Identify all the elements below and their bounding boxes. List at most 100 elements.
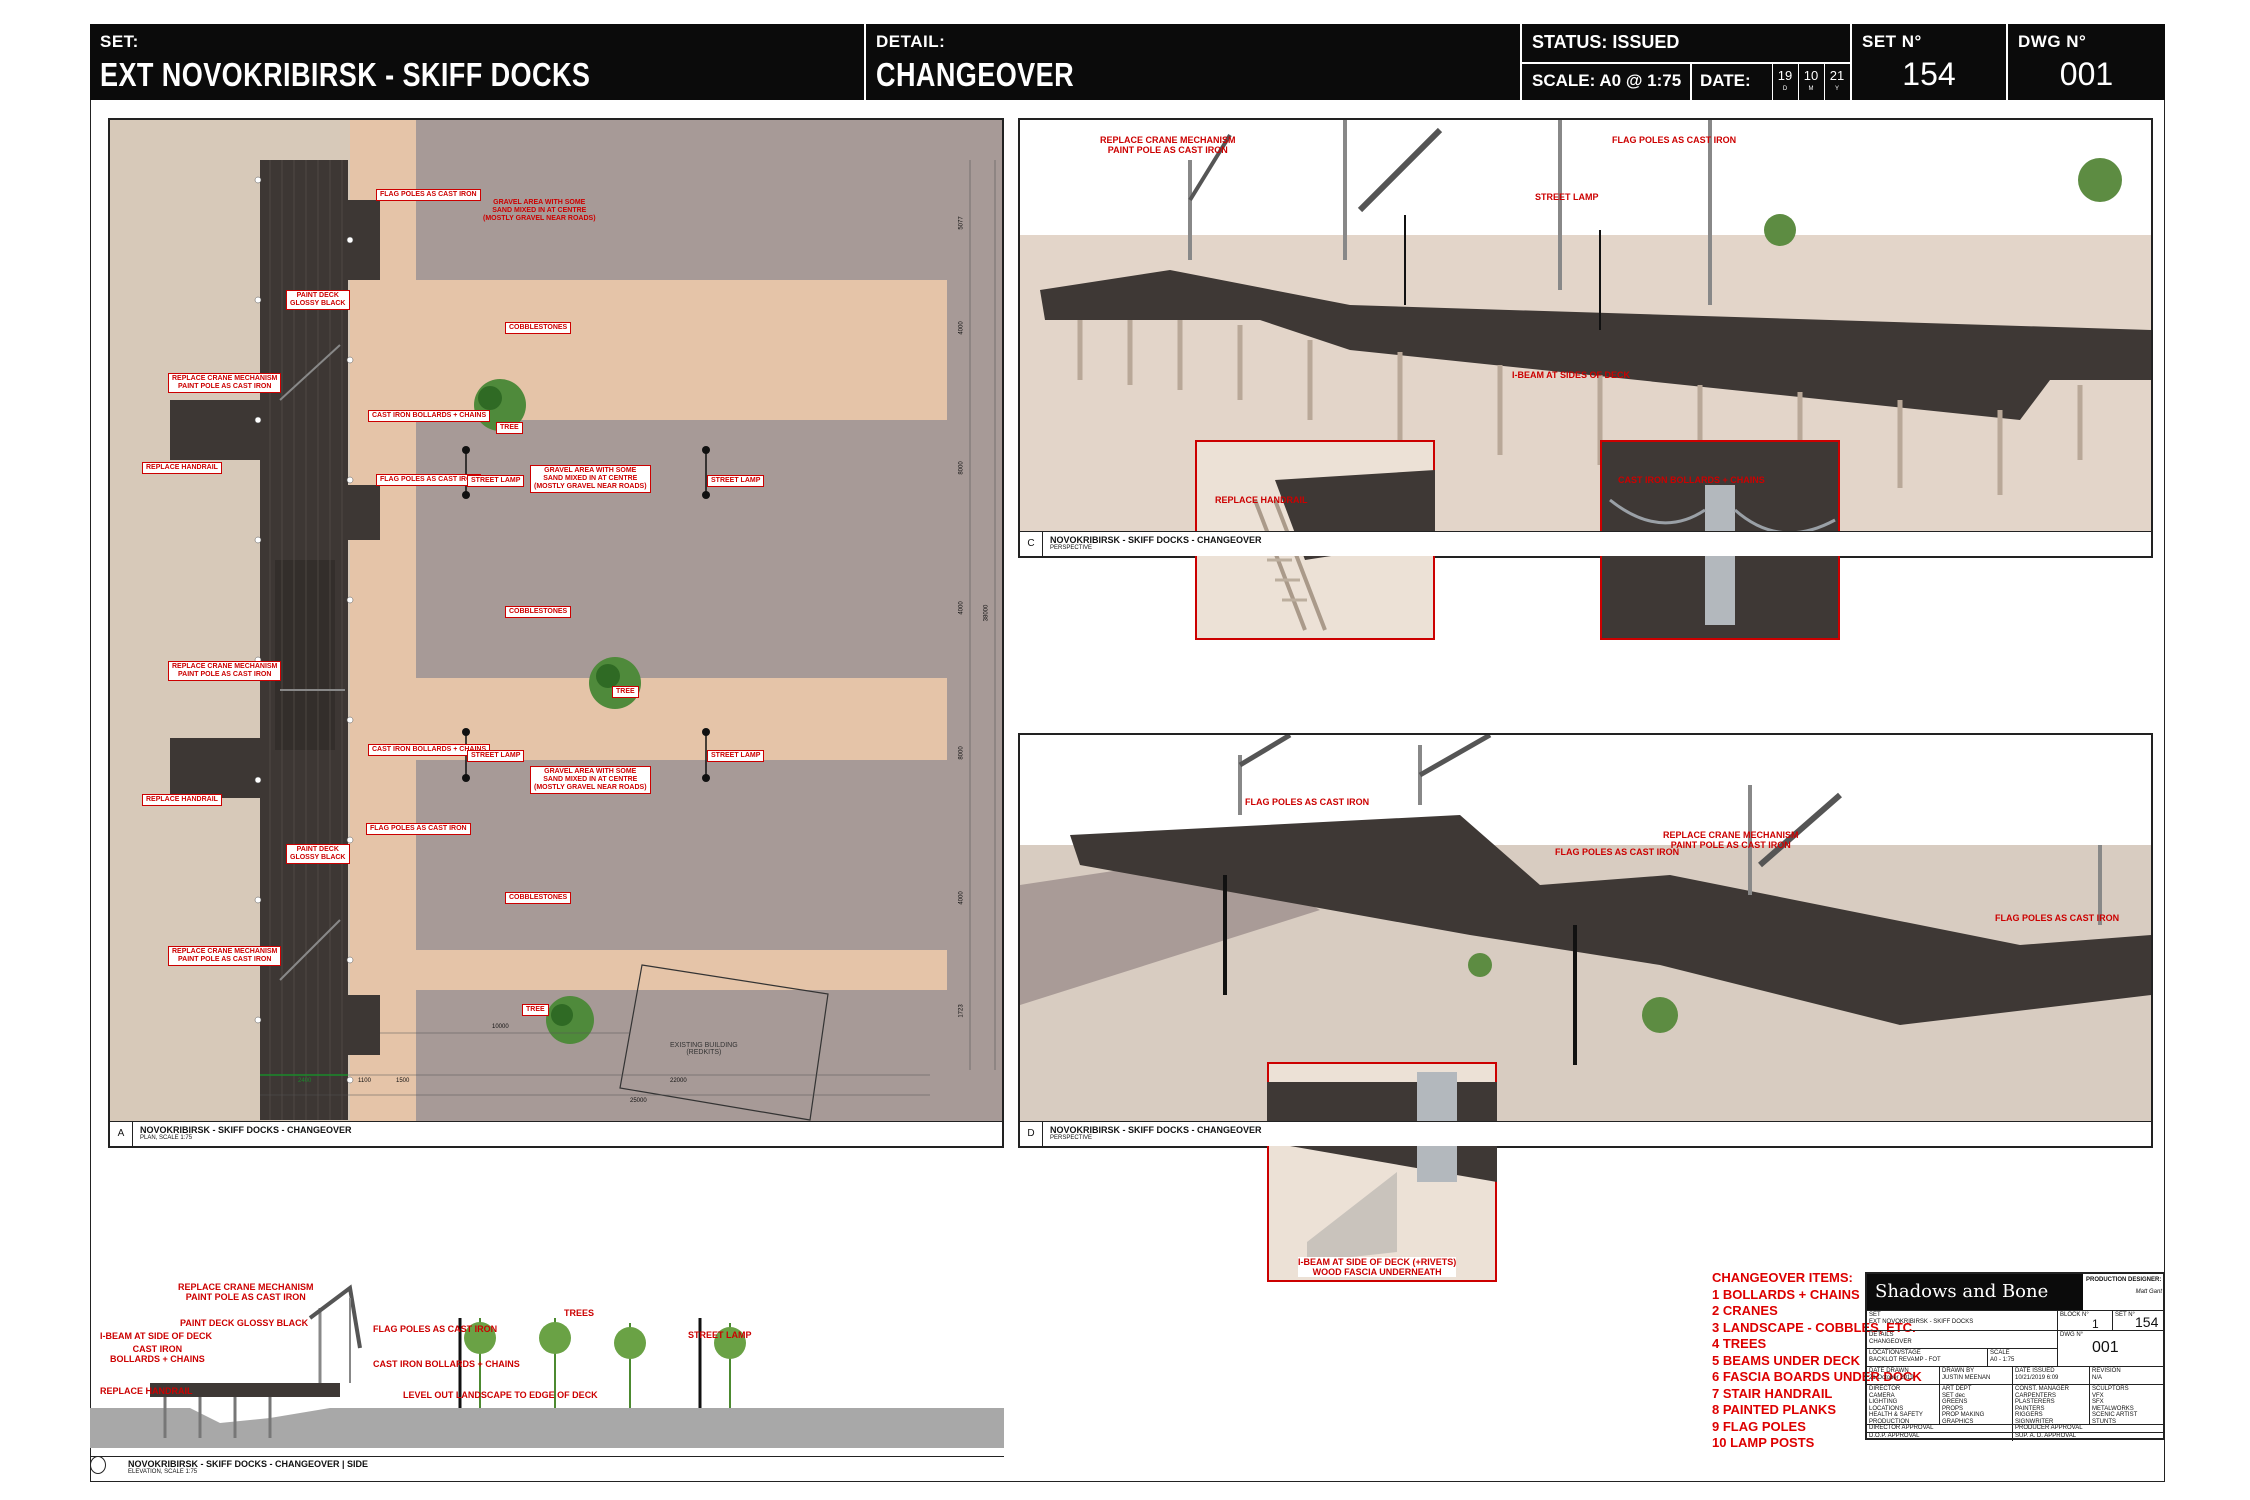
- dwg-number-cell: DWG N° 001: [2008, 24, 2165, 100]
- label-replace-crane: REPLACE CRANE MECHANISM PAINT POLE AS CA…: [178, 1282, 314, 1302]
- dop-approval: D.O.P. APPROVAL: [1869, 1433, 1920, 1439]
- director-approval: DIRECTOR APPROVAL: [1869, 1425, 1934, 1431]
- label-bollards-chains: CAST IRON BOLLARDS + CHAINS: [1618, 475, 1765, 485]
- date-drawn-value: 21 October 2019: [1869, 1375, 1914, 1381]
- dwg-number: 001: [2059, 56, 2114, 92]
- dim-text: 10000: [492, 1024, 509, 1030]
- note-tree: TREE: [522, 1004, 549, 1016]
- note-flag-poles: FLAG POLES AS CAST IRON: [376, 474, 481, 486]
- note-cobblestones: COBBLESTONES: [505, 322, 572, 334]
- drawn-by-value: JUSTIN MEENAN: [1942, 1375, 1991, 1381]
- scale-label: SCALE: [1990, 1350, 2010, 1356]
- detail-label: DETAIL:: [876, 32, 946, 51]
- date-year: 21: [1829, 68, 1845, 83]
- set-value: EXT NOVOKRIBIRSK - SKIFF DOCKS: [1869, 1319, 1974, 1325]
- note-replace-crane: REPLACE CRANE MECHANISM PAINT POLE AS CA…: [168, 946, 282, 966]
- date-drawn-label: DATE DRAWN: [1869, 1368, 1909, 1374]
- set-number: 154: [1902, 56, 1956, 92]
- label-ibeam: I-BEAM AT SIDES OF DECK: [1512, 370, 1631, 380]
- panel-subtitle: ELEVATION, SCALE 1:75: [128, 1469, 198, 1475]
- note-replace-crane: REPLACE CRANE MECHANISM PAINT POLE AS CA…: [168, 661, 282, 681]
- dim-text: 5077: [958, 216, 965, 230]
- panel-title-strip: A NOVOKRIBIRSK - SKIFF DOCKS - CHANGEOVE…: [110, 1121, 1002, 1146]
- date-issued-label: DATE ISSUED: [2015, 1368, 2055, 1374]
- date-month: 10: [1803, 68, 1819, 83]
- dim-text: 1723: [958, 1004, 965, 1018]
- plan-drawing: [110, 120, 1002, 1124]
- panel-subtitle: PERSPECTIVE: [1050, 1135, 1093, 1141]
- dim-text: 38000: [983, 604, 990, 622]
- block-value: 1: [2092, 1317, 2099, 1331]
- panel-perspective-c: REPLACE CRANE MECHANISM PAINT POLE AS CA…: [1018, 118, 2153, 640]
- date-month-sub: M: [1808, 86, 1814, 92]
- set-number-cell: SET N° 154: [1852, 24, 2008, 100]
- block-label: BLOCK N°: [2060, 1312, 2089, 1318]
- dim-text: 25000: [630, 1098, 647, 1104]
- dim-text: 22000: [670, 1078, 687, 1084]
- note-street-lamp: STREET LAMP: [707, 750, 765, 762]
- label-paint-deck: PAINT DECK GLOSSY BLACK: [180, 1318, 309, 1328]
- location-value: BACKLOT REVAMP - FOT: [1869, 1357, 1941, 1363]
- label-street-lamp: STREET LAMP: [1535, 192, 1599, 202]
- note-replace-handrail: REPLACE HANDRAIL: [142, 794, 222, 806]
- set-label: SET: [1869, 1312, 1881, 1318]
- dim-text: 1100: [358, 1078, 371, 1084]
- distribution-grid: DIRECTOR ART DEPT CONST. MANAGER SCULPTO…: [1867, 1384, 2163, 1425]
- note-street-lamp: STREET LAMP: [707, 475, 765, 487]
- note-street-lamp: STREET LAMP: [467, 475, 525, 487]
- panel-elevation: REPLACE CRANE MECHANISM PAINT POLE AS CA…: [90, 1258, 1004, 1483]
- note-street-lamp: STREET LAMP: [467, 750, 525, 762]
- label-level-landscape: LEVEL OUT LANDSCAPE TO EDGE OF DECK: [403, 1390, 598, 1400]
- supad-approval: SUP. A. D. APPROVAL: [2015, 1433, 2077, 1439]
- panel-subtitle: PLAN, SCALE 1:75: [140, 1135, 193, 1141]
- note-gravel-area: GRAVEL AREA WITH SOME SAND MIXED IN AT C…: [530, 465, 651, 493]
- panel-title: NOVOKRIBIRSK - SKIFF DOCKS - CHANGEOVER: [140, 1125, 352, 1135]
- note-gravel-area: GRAVEL AREA WITH SOME SAND MIXED IN AT C…: [483, 199, 596, 222]
- dim-text: 2400: [298, 1078, 312, 1084]
- panel-subtitle: PERSPECTIVE: [1050, 545, 1093, 551]
- location-label: LOCATION/STAGE: [1869, 1350, 1921, 1356]
- panel-plan: FLAG POLES AS CAST IRON GRAVEL AREA WITH…: [108, 118, 1004, 1148]
- panel-letter: D: [1020, 1122, 1043, 1146]
- label-replace-crane: REPLACE CRANE MECHANISM PAINT POLE AS CA…: [1663, 830, 1799, 850]
- note-replace-crane: REPLACE CRANE MECHANISM PAINT POLE AS CA…: [168, 373, 282, 393]
- date-day: 19: [1777, 68, 1793, 83]
- detail-ibeam-inset: [1267, 1062, 1497, 1282]
- label-flag-poles: FLAG POLES AS CAST IRON: [1555, 847, 1680, 857]
- date-issued-value: 10/21/2019 6:09: [2015, 1375, 2059, 1381]
- label-ibeam: I-BEAM AT SIDE OF DECK: [100, 1331, 212, 1341]
- note-cobblestones: COBBLESTONES: [505, 892, 572, 904]
- setn-label: SET N°: [2115, 1312, 2135, 1318]
- title-block: Shadows and Bone PRODUCTION DESIGNER: Ma…: [1865, 1272, 2165, 1441]
- producer-approval: PRODUCER APPROVAL: [2015, 1425, 2083, 1431]
- label-flag-poles: FLAG POLES AS CAST IRON: [1995, 913, 2120, 923]
- dwg-number-label: DWG N°: [2018, 32, 2087, 51]
- revision-value: N/A: [2092, 1375, 2103, 1381]
- existing-building-label: EXISTING BUILDING (REDKITS): [670, 1042, 738, 1056]
- status-cell: STATUS: ISSUED SCALE: A0 @ 1:75 DATE: 19…: [1522, 24, 1852, 100]
- note-cobblestones: COBBLESTONES: [505, 606, 572, 618]
- drawing-header: SET: EXT NOVOKRIBIRSK - SKIFF DOCKS DETA…: [90, 24, 2165, 100]
- perspective-c-render: [1020, 120, 2151, 534]
- label-flag-poles: FLAG POLES AS CAST IRON: [373, 1324, 498, 1334]
- dim-text: 8000: [958, 461, 965, 475]
- production-logo: Shadows and Bone: [1867, 1274, 2083, 1310]
- set-number-label: SET N°: [1862, 32, 1922, 51]
- label-bollards-chains-2: CAST IRON BOLLARDS + CHAINS: [373, 1359, 520, 1369]
- dim-text: 8000: [958, 746, 965, 760]
- date-label: DATE:: [1700, 71, 1751, 90]
- dim-text: 4000: [958, 601, 965, 615]
- scale-value: A0 - 1:75: [1990, 1357, 2015, 1363]
- note-gravel-area: GRAVEL AREA WITH SOME SAND MIXED IN AT C…: [530, 766, 651, 794]
- label-replace-handrail: REPLACE HANDRAIL: [1215, 495, 1308, 505]
- production-designer: PRODUCTION DESIGNER: Matt Gant: [2083, 1274, 2165, 1310]
- dim-text: 4000: [958, 891, 965, 905]
- detail-cell: DETAIL: CHANGEOVER: [866, 24, 1522, 100]
- status-text: STATUS: ISSUED: [1532, 32, 1680, 52]
- date-day-sub: D: [1782, 86, 1788, 92]
- note-bollards-chains: CAST IRON BOLLARDS + CHAINS: [368, 410, 491, 422]
- panel-title: NOVOKRIBIRSK - SKIFF DOCKS - CHANGEOVER: [1050, 1125, 1262, 1135]
- panel-perspective-d: FLAG POLES AS CAST IRON FLAG POLES AS CA…: [1018, 733, 2153, 1282]
- panel-title-strip: D NOVOKRIBIRSK - SKIFF DOCKS - CHANGEOVE…: [1020, 1121, 2151, 1146]
- scale-text: SCALE: A0 @ 1:75: [1532, 71, 1682, 90]
